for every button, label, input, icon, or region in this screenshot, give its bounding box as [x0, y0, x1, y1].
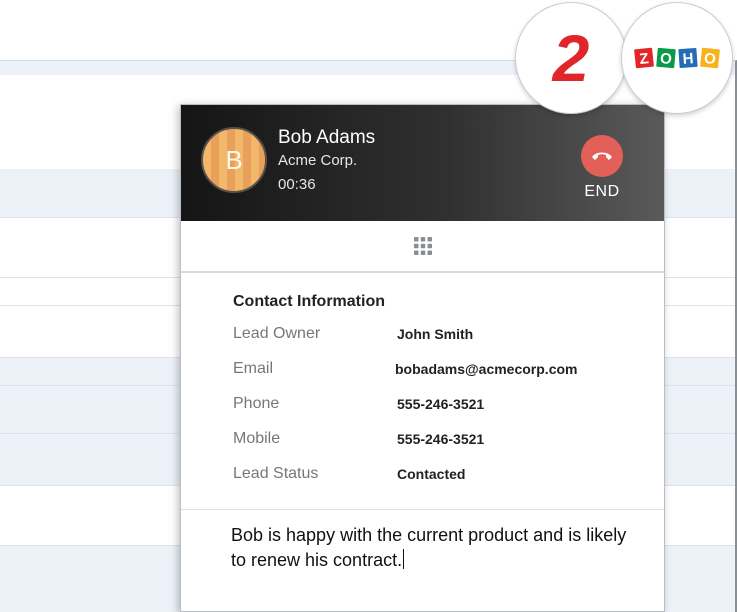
- call-notes-textarea[interactable]: Bob is happy with the current product an…: [231, 523, 631, 573]
- info-row-email: Email bobadams@acmecorp.com: [233, 352, 653, 387]
- zoho-logo: ZOHO: [633, 46, 721, 70]
- call-timer: 00:36: [278, 176, 316, 193]
- lead-owner-label: Lead Owner: [233, 325, 321, 342]
- info-row-mobile: Mobile 555-246-3521: [233, 422, 653, 457]
- caller-name: Bob Adams: [278, 127, 376, 148]
- phone-hangup-icon[interactable]: [581, 135, 623, 177]
- phone-value[interactable]: 555-246-3521: [397, 396, 484, 412]
- zoho-logo-tile: Z: [633, 46, 655, 70]
- zoho-logo-letter: Z: [639, 50, 650, 68]
- mobile-label: Mobile: [233, 430, 281, 447]
- info-row-phone: Phone 555-246-3521: [233, 387, 653, 422]
- info-row-lead-status: Lead Status Contacted: [233, 457, 653, 492]
- info-row-lead-owner: Lead Owner John Smith: [233, 317, 653, 352]
- call-panel: B Bob Adams Acme Corp. 00:36 END Contact…: [180, 104, 665, 612]
- mobile-value[interactable]: 555-246-3521: [397, 431, 484, 447]
- zoho-logo-tile: H: [677, 46, 699, 70]
- end-call-button[interactable]: END: [579, 135, 625, 203]
- zoho-logo-letter: O: [703, 50, 717, 68]
- avatar: B: [201, 127, 267, 193]
- caller-company: Acme Corp.: [278, 152, 358, 169]
- call-notes-text: Bob is happy with the current product an…: [231, 525, 627, 570]
- lead-status-label: Lead Status: [233, 465, 319, 482]
- lead-owner-value: John Smith: [397, 326, 474, 342]
- zoho-logo-badge: ZOHO: [621, 2, 733, 114]
- zoho-logo-letter: H: [682, 50, 694, 68]
- email-label: Email: [233, 360, 274, 377]
- step-number-badge: 2: [515, 2, 627, 114]
- end-call-label: END: [584, 183, 620, 200]
- zoho-logo-letter: O: [659, 50, 672, 68]
- contact-information-section: Contact Information Lead Owner John Smit…: [233, 293, 653, 492]
- text-cursor: [403, 549, 405, 569]
- zoho-logo-tile: O: [699, 46, 721, 70]
- call-header: B Bob Adams Acme Corp. 00:36 END: [181, 105, 664, 221]
- notes-divider: [181, 509, 664, 510]
- avatar-initial: B: [225, 144, 243, 175]
- lead-status-value: Contacted: [397, 466, 466, 482]
- step-number: 2: [552, 21, 590, 95]
- contact-information-title: Contact Information: [233, 293, 385, 310]
- email-value[interactable]: bobadams@acmecorp.com: [395, 361, 578, 377]
- zoho-logo-tile: O: [655, 46, 677, 70]
- contact-fields: Lead Owner John Smith Email bobadams@acm…: [233, 317, 653, 492]
- phone-label: Phone: [233, 395, 280, 412]
- dialpad-icon[interactable]: [413, 236, 433, 256]
- keypad-bar: [181, 221, 664, 273]
